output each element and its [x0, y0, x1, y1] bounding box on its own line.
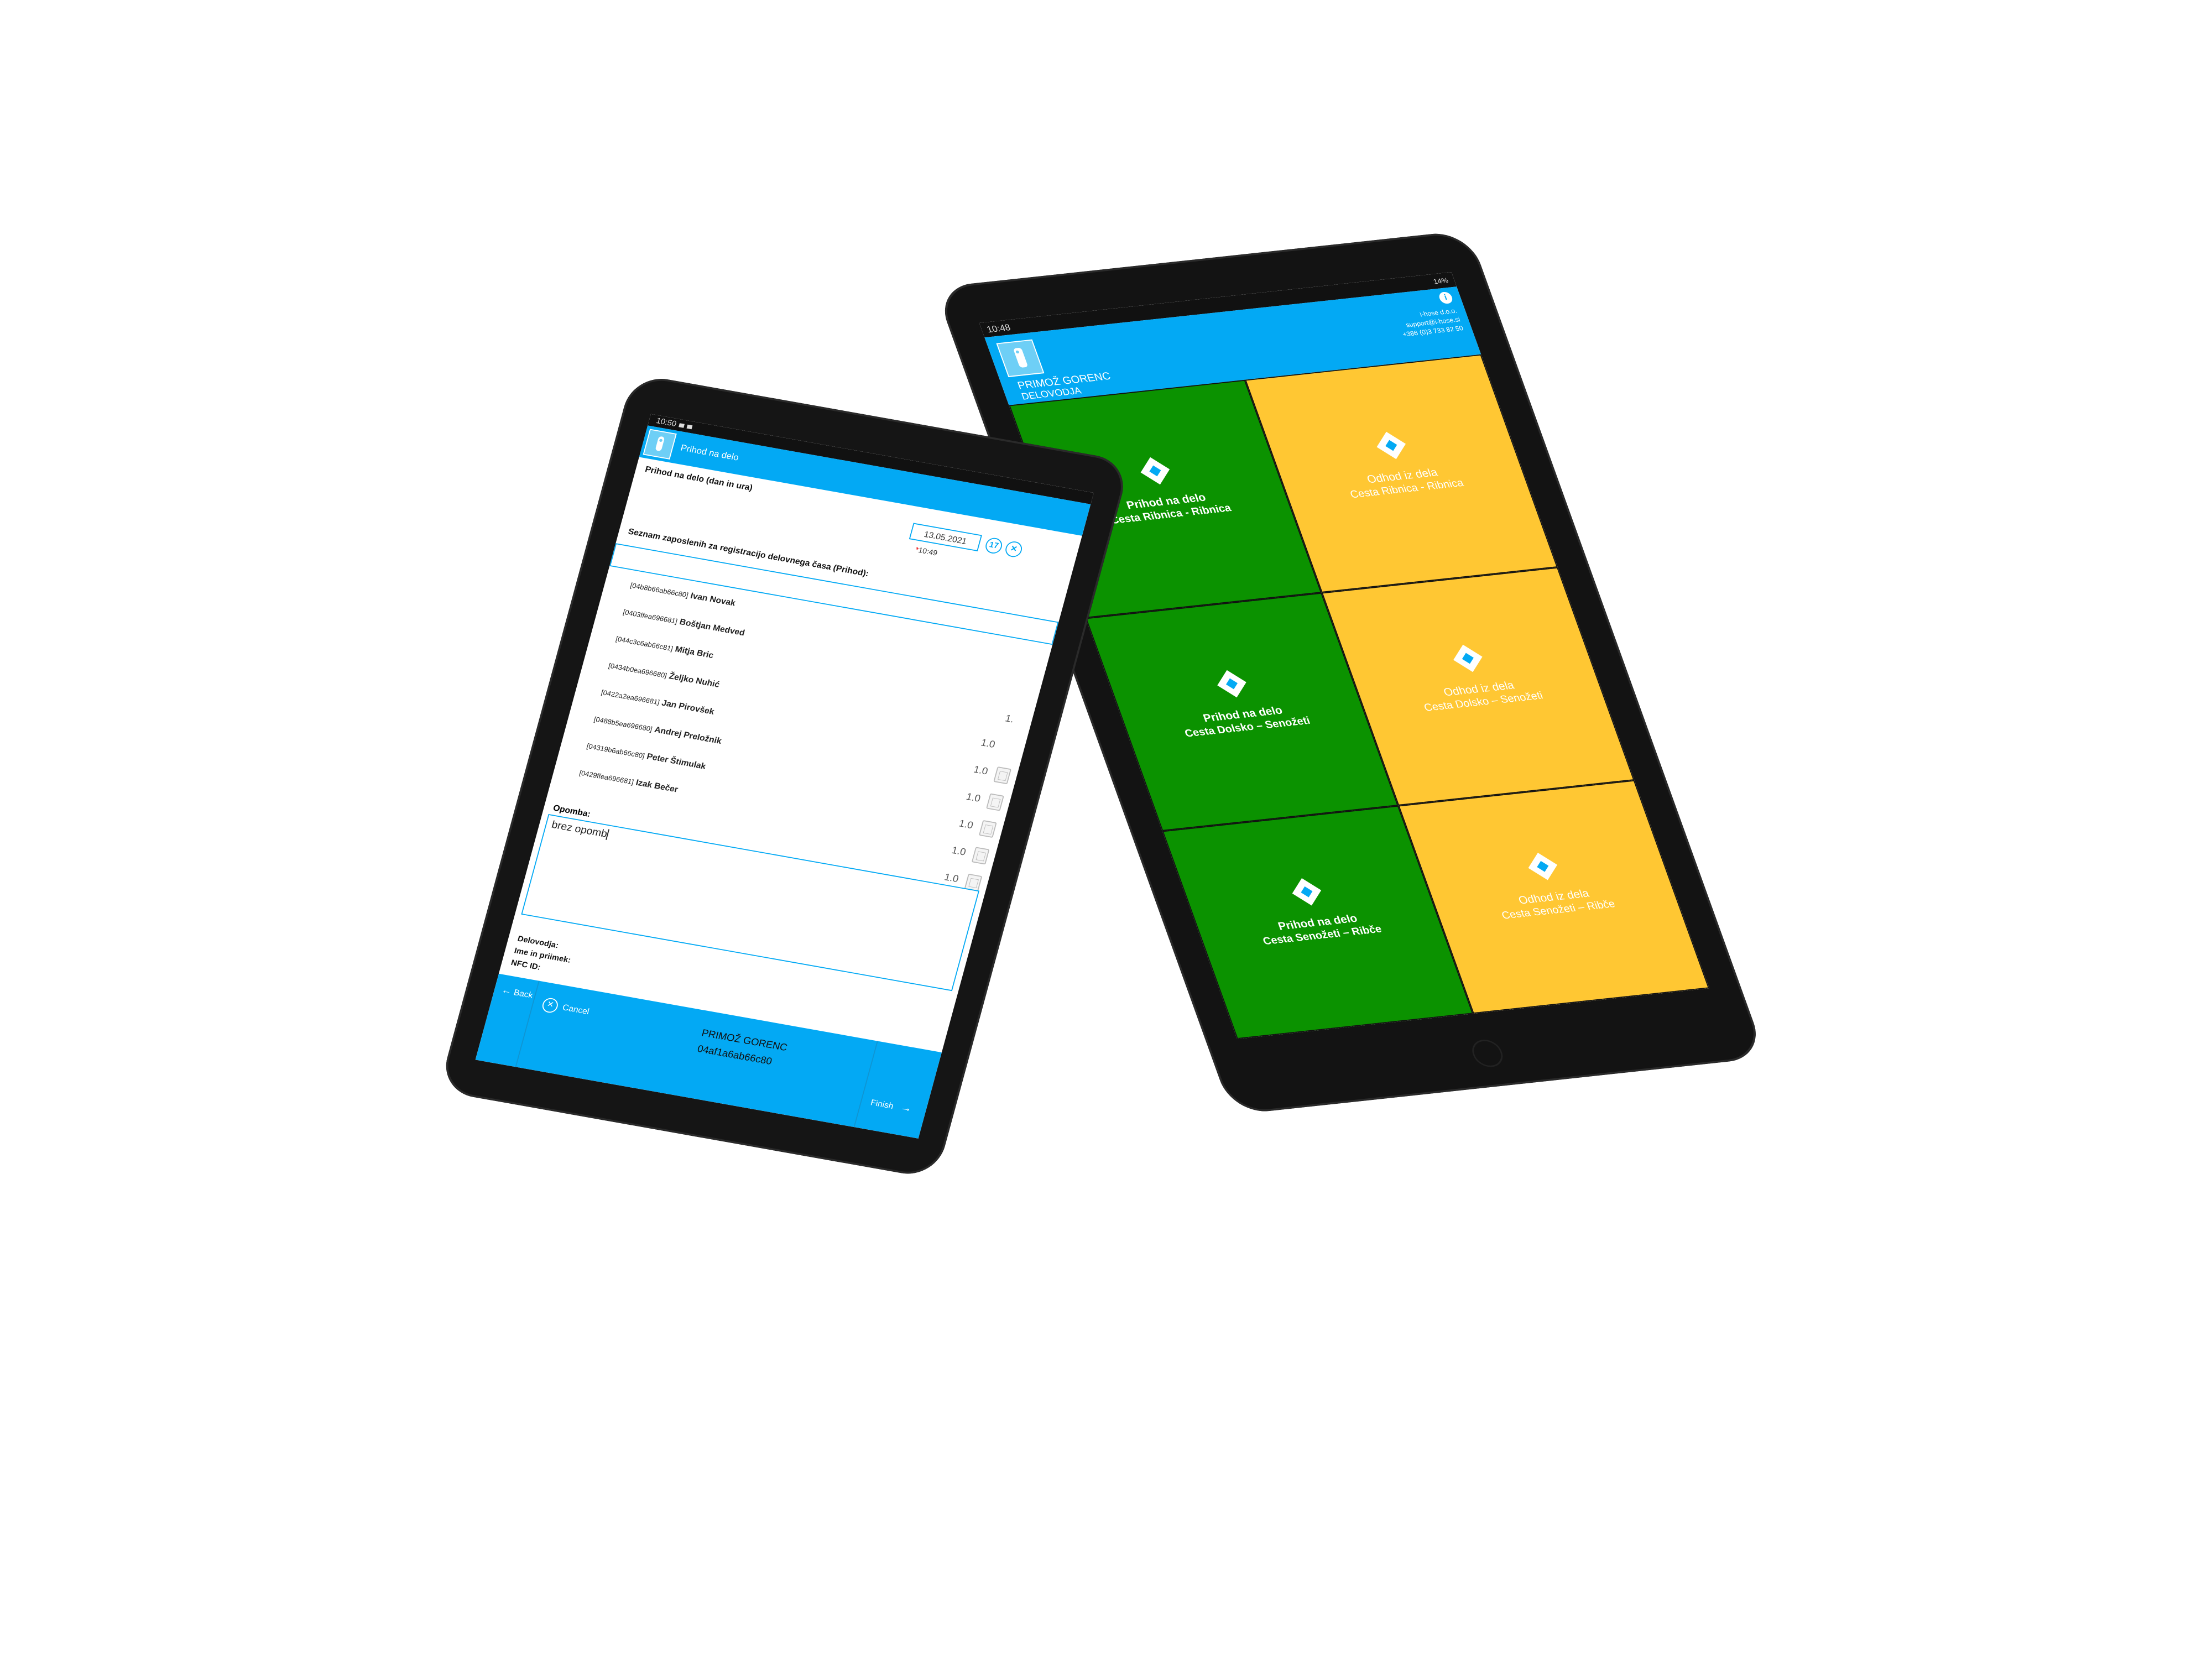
- page-title: Prihod na delo: [679, 442, 740, 463]
- clock-marker-icon: [1528, 853, 1558, 880]
- info-icon[interactable]: i: [1437, 291, 1454, 305]
- hours-value: 1.0: [972, 764, 989, 778]
- footer-bar: PRIMOŽ GORENC 04af1a6ab66c80 ← Back ✕ Can…: [475, 973, 942, 1139]
- employee-row[interactable]: [04319b6ab66c80] Peter Štimulak: [586, 741, 707, 772]
- employee-row[interactable]: [0422a2ea696681] Jan Pirovšek: [600, 687, 716, 717]
- employee-row[interactable]: [044c3c6ab66c81] Mitja Bric: [614, 634, 714, 661]
- hours-value: 1.0: [950, 844, 967, 858]
- forward-arrow-icon: →: [899, 1100, 914, 1115]
- finish-button[interactable]: Finish →: [869, 1095, 914, 1115]
- hours-checkbox[interactable]: [978, 820, 997, 838]
- form-screen: 10:50 Prihod na delo Prihod na delo (dan…: [475, 414, 1094, 1139]
- home-button[interactable]: [1468, 1038, 1507, 1069]
- calendar-icon[interactable]: 17: [983, 536, 1004, 555]
- tiles-screen: 10:48 14% PRIMOŽ GORENC DELOVODJA i i-ho…: [979, 272, 1709, 1039]
- clock-marker-icon: [1292, 878, 1322, 906]
- time-value: *10:49: [914, 545, 938, 558]
- employee-row[interactable]: [0403ffea696681] Boštjan Medved: [622, 607, 746, 638]
- divider: [853, 1041, 878, 1128]
- clock-marker-icon: [1140, 457, 1170, 485]
- hours-value: 1.0: [979, 737, 997, 750]
- app-logo-icon: [643, 429, 677, 460]
- note-textarea[interactable]: brez opomb: [521, 814, 980, 992]
- hours-checkbox[interactable]: [993, 766, 1011, 785]
- back-arrow-icon: ←: [500, 984, 513, 997]
- nfc-label: NFC ID:: [510, 958, 542, 972]
- hours-checkbox[interactable]: [971, 847, 990, 865]
- employee-row[interactable]: [0429ffea696681] Izak Bečer: [578, 768, 679, 795]
- status-time: 10:50: [655, 416, 677, 429]
- back-button[interactable]: ← Back: [500, 984, 534, 1001]
- clear-icon[interactable]: ✕: [1003, 540, 1024, 559]
- app-logo-icon: [996, 339, 1045, 377]
- clock-marker-icon: [1376, 431, 1406, 460]
- hours-value: 1.0: [957, 818, 974, 831]
- clock-marker-icon: [1453, 644, 1483, 672]
- hours-value: 1.0: [943, 872, 960, 885]
- hours-value: 1.0: [964, 791, 982, 805]
- employee-row[interactable]: [0434b0ea696680] Željko Nuhić: [607, 660, 721, 690]
- battery-level: 14%: [1432, 276, 1449, 286]
- tablet-bezel: 10:50 Prihod na delo Prihod na delo (dan…: [438, 373, 1131, 1180]
- cancel-button[interactable]: ✕ Cancel: [540, 997, 591, 1020]
- employee-row[interactable]: [0488b5ea696680] Andrej Preložnik: [593, 714, 722, 746]
- clock-marker-icon: [1217, 670, 1246, 698]
- hours-checkbox[interactable]: [986, 793, 1004, 811]
- cancel-icon: ✕: [540, 997, 560, 1014]
- hours-value: 1.: [1004, 713, 1015, 726]
